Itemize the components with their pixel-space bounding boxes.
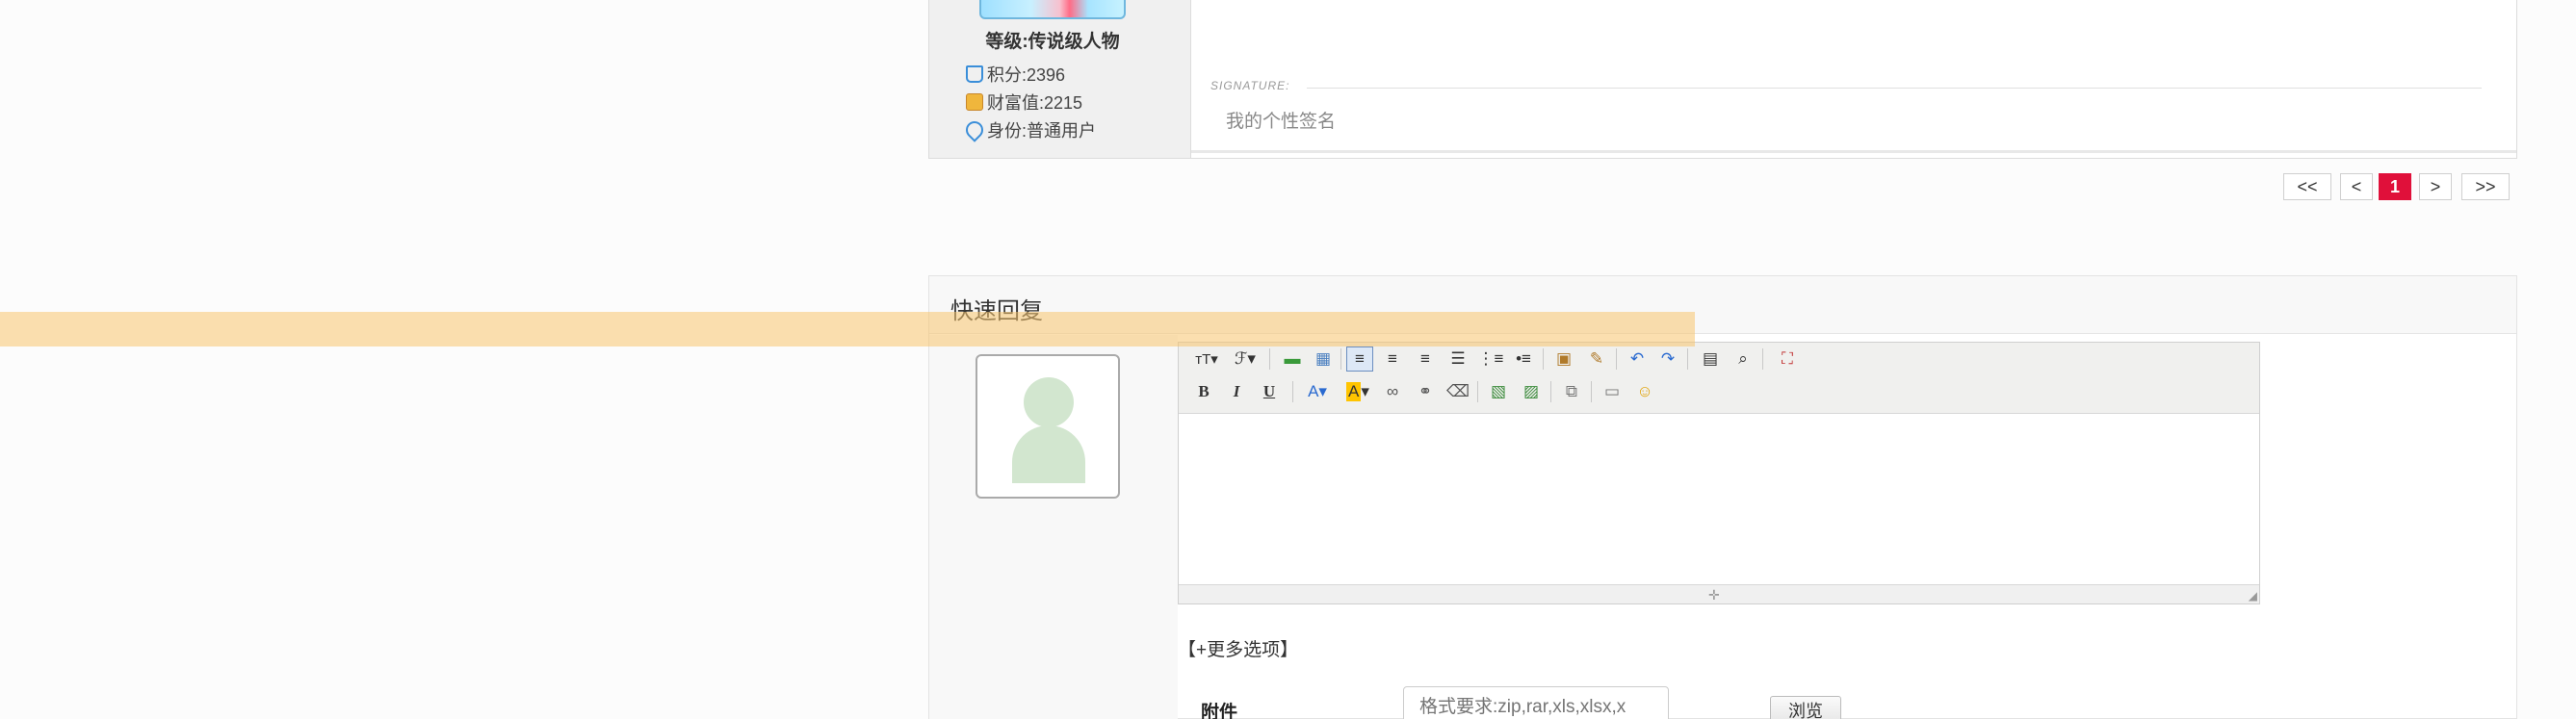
avatar-body-shape bbox=[1012, 425, 1085, 483]
image-icon[interactable]: ▧ bbox=[1485, 379, 1512, 404]
author-panel: 等级:传说级人物 积分:2396 财富值:2215 身份:普通用户 bbox=[929, 0, 1191, 158]
post-card: 等级:传说级人物 积分:2396 财富值:2215 身份:普通用户 SIGNAT… bbox=[928, 0, 2517, 159]
last-page-button[interactable]: >> bbox=[2461, 173, 2510, 200]
editor-content-area[interactable] bbox=[1179, 415, 2259, 584]
post-bottom-border bbox=[1191, 150, 2516, 153]
insert-row-icon[interactable]: ▬ bbox=[1279, 347, 1306, 372]
toolbar-separator bbox=[1477, 381, 1478, 402]
signature-text: 我的个性签名 bbox=[1226, 112, 1337, 132]
browse-button[interactable]: 浏览 bbox=[1770, 696, 1841, 719]
editor-resize-bar[interactable]: ✛ ◢ bbox=[1179, 584, 2259, 603]
attachment-input[interactable] bbox=[1403, 686, 1669, 719]
emoji-icon[interactable]: ☺ bbox=[1631, 379, 1658, 404]
heart-icon bbox=[962, 117, 987, 142]
link-icon[interactable]: ∞ bbox=[1379, 379, 1406, 404]
rich-text-editor: ᴛT▾ ℱ▾ ▬ ▦ ≡ ≡ ≡ ☰ ⋮≡ •≡ ▣ ✎ ↶ ↷ ▤ ⌕ ⛶ B… bbox=[1178, 342, 2260, 604]
source-icon[interactable]: ▤ bbox=[1697, 347, 1724, 372]
prev-page-button[interactable]: < bbox=[2340, 173, 2373, 200]
avatar-head-shape bbox=[1024, 377, 1074, 427]
highlight-overlay bbox=[0, 312, 1695, 347]
first-page-button[interactable]: << bbox=[2283, 173, 2331, 200]
eraser-icon[interactable]: ⌫ bbox=[1444, 379, 1471, 404]
reply-author-column bbox=[929, 335, 1178, 719]
highlight-color-icon[interactable]: A ▾ bbox=[1340, 379, 1375, 404]
editor-toolbar: ᴛT▾ ℱ▾ ▬ ▦ ≡ ≡ ≡ ☰ ⋮≡ •≡ ▣ ✎ ↶ ↷ ▤ ⌕ ⛶ B… bbox=[1179, 343, 2259, 414]
wealth-text: 财富值:2215 bbox=[987, 93, 1083, 113]
reply-avatar bbox=[976, 354, 1120, 499]
toolbar-separator bbox=[1762, 348, 1763, 370]
toolbar-separator bbox=[1543, 348, 1544, 370]
undo-icon[interactable]: ↶ bbox=[1624, 347, 1651, 372]
table-icon[interactable]: ▦ bbox=[1310, 347, 1337, 372]
video-icon[interactable]: ▭ bbox=[1599, 379, 1626, 404]
page: 等级:传说级人物 积分:2396 财富值:2215 身份:普通用户 SIGNAT… bbox=[0, 0, 2576, 719]
preview-icon[interactable]: ⌕ bbox=[1730, 347, 1756, 372]
current-page-button[interactable]: 1 bbox=[2379, 173, 2411, 200]
italic-icon[interactable]: I bbox=[1223, 379, 1250, 404]
toolbar-separator bbox=[1616, 348, 1617, 370]
align-left-icon[interactable]: ≡ bbox=[1346, 347, 1373, 372]
unlink-icon[interactable]: ⚭ bbox=[1412, 379, 1439, 404]
user-avatar[interactable] bbox=[979, 0, 1126, 19]
underline-icon[interactable]: U bbox=[1256, 379, 1283, 404]
font-family-icon[interactable]: ℱ▾ bbox=[1229, 347, 1262, 372]
toolbar-separator bbox=[1550, 381, 1551, 402]
paste-word-icon[interactable]: ✎ bbox=[1583, 347, 1610, 372]
toolbar-separator bbox=[1687, 348, 1688, 370]
attachment-icon[interactable]: ⧉ bbox=[1558, 379, 1585, 404]
cart-icon bbox=[966, 65, 983, 83]
coin-icon bbox=[966, 93, 983, 111]
identity-text: 身份:普通用户 bbox=[987, 121, 1097, 141]
ordered-list-icon[interactable]: ⋮≡ bbox=[1477, 347, 1504, 372]
user-level: 等级:传说级人物 bbox=[985, 32, 1120, 52]
align-right-icon[interactable]: ≡ bbox=[1412, 347, 1439, 372]
unordered-list-icon[interactable]: •≡ bbox=[1510, 347, 1537, 372]
align-justify-icon[interactable]: ☰ bbox=[1444, 347, 1471, 372]
fullscreen-icon[interactable]: ⛶ bbox=[1774, 347, 1801, 372]
paste-icon[interactable]: ▣ bbox=[1550, 347, 1577, 372]
attachment-label: 附件 bbox=[1201, 703, 1238, 719]
redo-icon[interactable]: ↷ bbox=[1654, 347, 1681, 372]
signature-divider bbox=[1307, 88, 2482, 89]
multi-image-icon[interactable]: ▨ bbox=[1518, 379, 1545, 404]
toolbar-separator bbox=[1292, 381, 1293, 402]
identity-stat: 身份:普通用户 bbox=[962, 117, 1097, 142]
points-stat: 积分:2396 bbox=[966, 62, 1065, 87]
bold-icon[interactable]: B bbox=[1190, 379, 1217, 404]
wealth-stat: 财富值:2215 bbox=[966, 90, 1082, 115]
resize-grip-icon[interactable]: ✛ bbox=[1708, 587, 1720, 603]
next-page-button[interactable]: > bbox=[2419, 173, 2452, 200]
toolbar-separator bbox=[1340, 348, 1341, 370]
resize-corner-icon[interactable]: ◢ bbox=[2249, 589, 2257, 603]
font-color-icon[interactable]: A▾ bbox=[1300, 379, 1335, 404]
toolbar-separator bbox=[1591, 381, 1592, 402]
align-center-icon[interactable]: ≡ bbox=[1379, 347, 1406, 372]
more-options-link[interactable]: 【+更多选项】 bbox=[1178, 635, 1298, 661]
font-size-icon[interactable]: ᴛT▾ bbox=[1190, 347, 1223, 372]
points-text: 积分:2396 bbox=[987, 65, 1066, 85]
toolbar-separator bbox=[1269, 348, 1270, 370]
signature-label: SIGNATURE: bbox=[1210, 79, 1290, 92]
